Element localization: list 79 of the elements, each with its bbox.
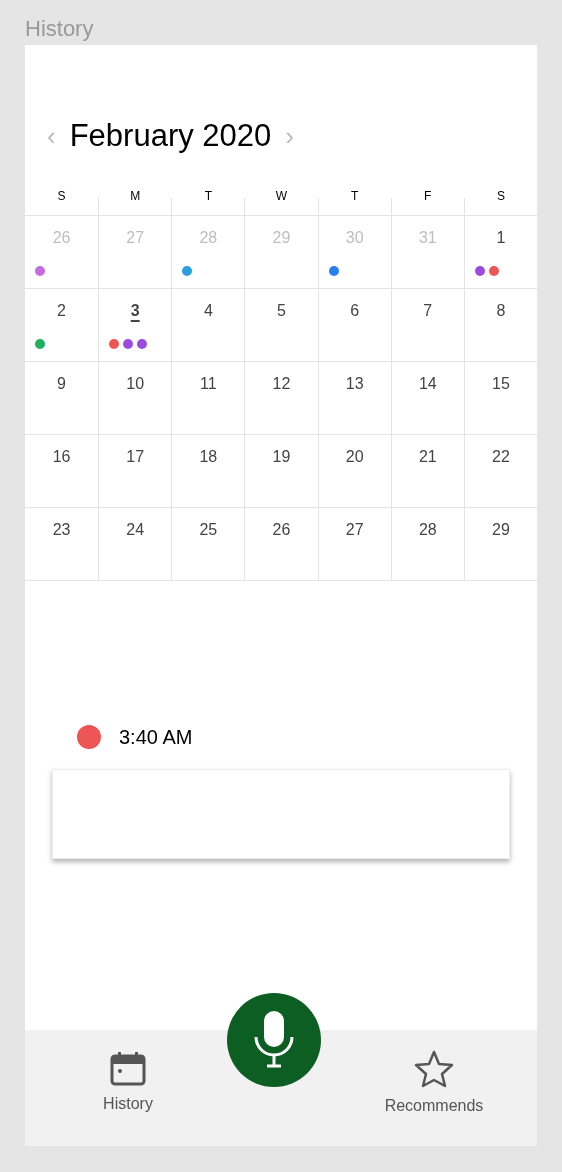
day-number: 29 <box>492 520 510 540</box>
day-number: 19 <box>272 447 291 467</box>
weekday-label: S <box>496 188 505 205</box>
day-cell[interactable]: 26 <box>244 508 318 580</box>
day-number: 4 <box>203 301 213 321</box>
day-number: 27 <box>345 520 364 540</box>
day-cell[interactable]: 28 <box>390 508 464 580</box>
day-number: 29 <box>272 228 291 248</box>
day-number: 11 <box>200 374 217 394</box>
day-cell[interactable]: 25 <box>171 508 245 580</box>
day-number: 31 <box>418 228 437 248</box>
day-number: 2 <box>57 301 66 321</box>
day-cell[interactable]: 18 <box>171 435 245 507</box>
day-cell[interactable]: 20 <box>317 435 391 507</box>
day-cell[interactable]: 14 <box>390 362 464 434</box>
day-number: 17 <box>126 447 145 467</box>
day-cell[interactable]: 15 <box>463 362 537 434</box>
day-cell[interactable]: 7 <box>390 289 464 361</box>
day-number: 24 <box>126 520 145 540</box>
day-cell[interactable]: 6 <box>317 289 391 361</box>
day-number: 28 <box>418 520 437 540</box>
day-number: 6 <box>350 301 360 321</box>
day-cell[interactable]: 4 <box>171 289 245 361</box>
day-cell[interactable]: 9 <box>25 362 99 434</box>
nav-tab[interactable]: Recommends <box>384 1050 484 1146</box>
weekday-label: W <box>275 188 288 205</box>
page-title: History <box>25 15 95 43</box>
day-number: 8 <box>496 301 506 321</box>
day-cell[interactable]: 2 <box>25 289 99 361</box>
day-number: 13 <box>345 374 364 394</box>
day-cell[interactable]: 29 <box>463 508 537 580</box>
day-number: 14 <box>418 374 437 394</box>
star-icon <box>414 1050 454 1088</box>
day-number: 22 <box>492 447 510 467</box>
day-number: 16 <box>52 447 71 467</box>
day-cell[interactable]: 3 <box>98 289 172 361</box>
weekday-label: F <box>424 188 432 205</box>
day-number: 3 <box>130 301 140 321</box>
day-cell[interactable]: 1 <box>463 216 537 288</box>
day-number: 1 <box>496 228 506 248</box>
day-number: 21 <box>418 447 437 467</box>
day-cell[interactable]: 27 <box>317 508 391 580</box>
day-cell[interactable]: 21 <box>390 435 464 507</box>
day-number: 30 <box>345 228 364 248</box>
day-number: 26 <box>272 520 291 540</box>
weekday-label: M <box>130 188 141 205</box>
day-cell[interactable]: 24 <box>98 508 172 580</box>
day-number: 26 <box>52 228 71 248</box>
day-number: 27 <box>126 228 145 248</box>
day-cell[interactable]: 11 <box>171 362 245 434</box>
day-number: 7 <box>423 301 433 321</box>
nav-tab[interactable]: History <box>103 1050 153 1146</box>
month-title: February 2020 <box>69 116 272 155</box>
day-cell[interactable]: 17 <box>98 435 172 507</box>
day-number: 23 <box>52 520 71 540</box>
day-number: 20 <box>345 447 364 467</box>
calendar-icon <box>110 1050 146 1086</box>
day-number: 10 <box>126 374 145 394</box>
day-cell[interactable]: 10 <box>98 362 172 434</box>
day-cell[interactable]: 5 <box>244 289 318 361</box>
day-cell[interactable]: 13 <box>317 362 391 434</box>
microphone-icon <box>254 1011 294 1069</box>
weekday-label: T <box>350 188 359 205</box>
weekday-label: T <box>204 188 212 205</box>
day-cell[interactable]: 22 <box>463 435 537 507</box>
weekday-label: S <box>57 188 66 205</box>
day-number: 9 <box>57 374 66 394</box>
day-number: 25 <box>199 520 218 540</box>
day-cell[interactable]: 16 <box>25 435 99 507</box>
day-cell[interactable]: 23 <box>25 508 99 580</box>
day-number: 18 <box>199 447 218 467</box>
day-number: 28 <box>199 228 218 248</box>
event-time: 3:40 AM <box>119 725 193 750</box>
day-cell[interactable]: 8 <box>463 289 537 361</box>
day-number: 15 <box>492 374 510 394</box>
day-number: 12 <box>272 374 291 394</box>
day-number: 5 <box>277 301 286 321</box>
day-cell[interactable]: 19 <box>244 435 318 507</box>
day-cell[interactable]: 12 <box>244 362 318 434</box>
